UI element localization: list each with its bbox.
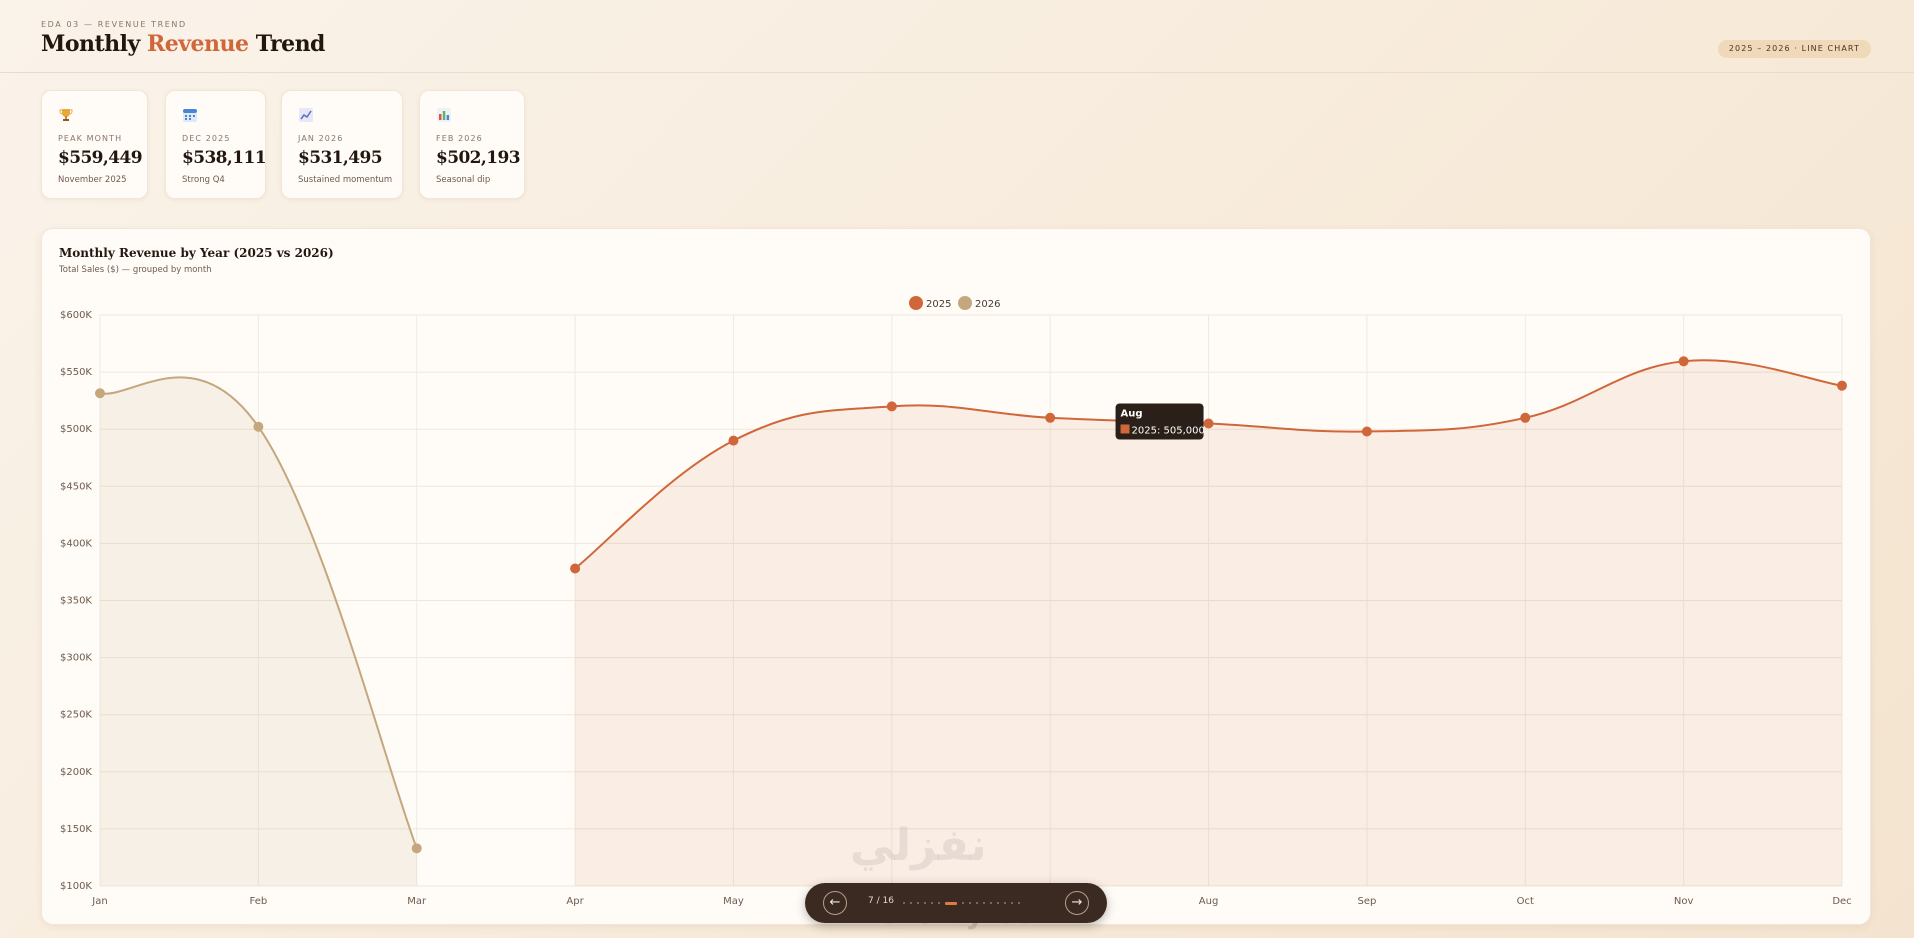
slide-dot[interactable] <box>910 902 912 904</box>
data-point-2025 <box>1203 418 1214 429</box>
kpi-label: FEB 2026 <box>436 134 483 143</box>
kpi-label: DEC 2025 <box>182 134 231 143</box>
kpi-card-peak: PEAK MONTH $559,449 November 2025 <box>41 90 148 199</box>
y-tick-label: $300K <box>60 653 92 664</box>
data-point-2026 <box>95 388 105 399</box>
kpi-value: $538,111 <box>182 148 267 168</box>
data-point-2025 <box>1678 356 1689 367</box>
title-part: Trend <box>248 31 326 57</box>
slide-dot[interactable] <box>962 902 964 904</box>
title-accent: Revenue <box>146 31 249 57</box>
kpi-label: PEAK MONTH <box>58 134 123 143</box>
tooltip-title: Aug <box>1121 408 1143 419</box>
slide-dot[interactable] <box>903 902 905 904</box>
x-tick-label: Mar <box>407 896 427 907</box>
data-point-2026 <box>411 843 422 854</box>
slide-dot[interactable] <box>976 902 978 904</box>
slide-counter: 7 / 16 <box>868 896 894 906</box>
x-tick-label: Nov <box>1674 896 1694 907</box>
y-tick-label: $500K <box>60 424 92 435</box>
slide-dot[interactable] <box>931 902 933 904</box>
chart-legend: 2025 2026 <box>909 296 1000 310</box>
slide-pager: ← 7 / 16 → <box>805 883 1107 923</box>
x-tick-label: Dec <box>1832 896 1851 907</box>
area-2025 <box>575 360 1843 887</box>
slide-dot[interactable] <box>983 902 985 904</box>
kpi-card-dec-2025: DEC 2025 $538,111 Strong Q4 <box>165 90 267 199</box>
kpi-card-feb-2026: FEB 2026 $502,193 Seasonal dip <box>419 90 525 199</box>
slide-dot[interactable] <box>969 902 971 904</box>
slide-dot[interactable] <box>945 901 957 905</box>
data-point-2025 <box>1045 412 1056 423</box>
revenue-line-chart[interactable]: $100K $150K $200K $250K $300K $350K $400K $450K… <box>42 229 1872 926</box>
x-tick-label: May <box>723 896 744 907</box>
data-point-2025 <box>1837 380 1847 391</box>
y-tick-label: $450K <box>60 481 92 492</box>
kpi-subtext: November 2025 <box>58 175 127 185</box>
kpi-card-jan-2026: JAN 2026 $531,495 Sustained momentum <box>281 90 403 199</box>
slide-dots <box>903 901 1053 905</box>
page-header: EDA 03 — REVENUE TREND Monthly Revenue T… <box>0 0 1914 73</box>
kpi-value: $531,495 <box>298 148 383 168</box>
legend-marker-2026 <box>958 296 972 310</box>
data-point-2025 <box>1361 426 1372 437</box>
calendar-icon <box>183 109 197 122</box>
y-tick-label: $100K <box>60 881 92 892</box>
chart-type-badge: 2025 – 2026 · LINE CHART <box>1717 40 1871 58</box>
trend-up-icon <box>299 108 313 122</box>
data-point-2026 <box>253 421 264 432</box>
x-tick-label: Apr <box>566 896 584 907</box>
y-tick-label: $350K <box>60 596 92 607</box>
slide-dot[interactable] <box>1018 902 1020 904</box>
slide-dot[interactable] <box>997 902 999 904</box>
slide-dot[interactable] <box>1011 902 1013 904</box>
legend-marker-2025 <box>909 296 923 310</box>
data-point-2025 <box>1520 412 1531 423</box>
kpi-subtext: Strong Q4 <box>182 175 225 185</box>
slide-dot[interactable] <box>990 902 992 904</box>
tooltip-value: 2025: 505,000 <box>1132 425 1205 436</box>
section-kicker: EDA 03 — REVENUE TREND <box>41 20 187 29</box>
kpi-subtext: Sustained momentum <box>298 175 393 185</box>
data-point-2025 <box>570 563 581 574</box>
legend-label: 2025 <box>926 299 951 310</box>
chart-tooltip: Aug 2025: 505,000 <box>1115 403 1205 440</box>
legend-label: 2026 <box>975 299 1000 310</box>
kpi-label: JAN 2026 <box>298 134 344 143</box>
page-title: Monthly Revenue Trend <box>41 31 325 57</box>
bar-chart-icon <box>437 108 451 122</box>
kpi-value: $559,449 <box>58 148 143 168</box>
trophy-icon <box>59 109 73 121</box>
x-tick-label: Feb <box>250 896 268 907</box>
chart-panel: Monthly Revenue by Year (2025 vs 2026) T… <box>41 228 1871 925</box>
next-slide-button[interactable]: → <box>1065 891 1089 915</box>
x-tick-label: Aug <box>1199 896 1219 907</box>
slide-dot[interactable] <box>917 902 919 904</box>
title-part: Monthly <box>41 31 147 57</box>
kpi-value: $502,193 <box>436 148 521 168</box>
area-2026 <box>100 377 417 886</box>
slide-dot[interactable] <box>924 902 926 904</box>
x-tick-label: Oct <box>1517 896 1534 907</box>
y-tick-label: $400K <box>60 538 92 549</box>
data-point-2025 <box>886 401 897 412</box>
y-tick-label: $200K <box>60 767 92 778</box>
x-tick-label: Sep <box>1357 896 1376 907</box>
x-tick-label: Jan <box>91 896 107 907</box>
y-tick-label: $600K <box>60 310 92 321</box>
slide-dot[interactable] <box>938 902 940 904</box>
prev-slide-button[interactable]: ← <box>823 891 847 915</box>
tooltip-swatch <box>1120 424 1130 434</box>
y-tick-label: $250K <box>60 710 92 721</box>
data-point-2025 <box>728 435 739 446</box>
kpi-subtext: Seasonal dip <box>436 175 491 185</box>
y-tick-label: $550K <box>60 367 92 378</box>
y-tick-label: $150K <box>60 824 92 835</box>
slide-dot[interactable] <box>1004 902 1006 904</box>
